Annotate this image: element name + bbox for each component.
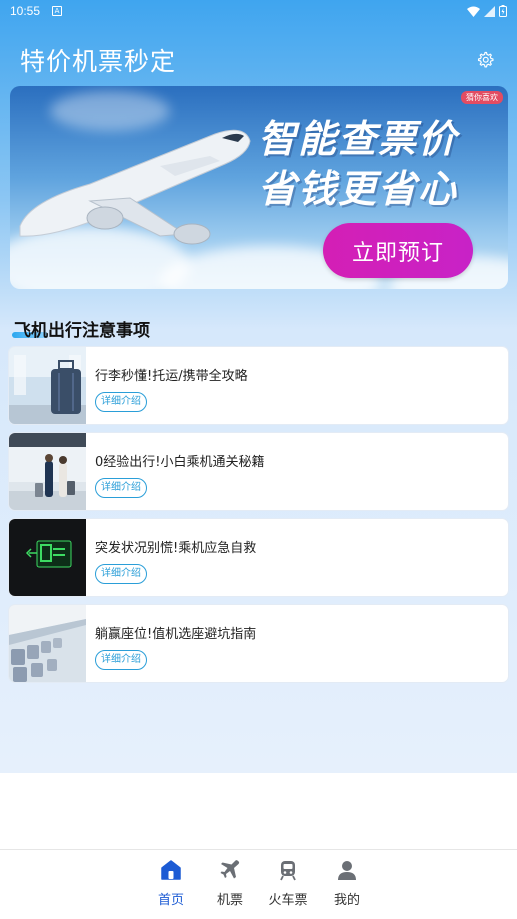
cabin-seats-thumbnail <box>9 605 86 682</box>
details-button[interactable]: 详细介绍 <box>95 650 147 670</box>
tab-flights[interactable]: 机票 <box>205 858 255 914</box>
emergency-exit-thumbnail <box>9 519 86 596</box>
details-button[interactable]: 详细介绍 <box>95 564 147 584</box>
promo-banner[interactable]: 猜你喜欢 智能查票价 省钱更省心 立即预订 <box>10 86 508 289</box>
airplane-illustration <box>19 129 251 245</box>
settings-button[interactable] <box>473 48 497 72</box>
bottom-tab-bar: 首页 机票 火车票 我的 <box>0 849 517 919</box>
status-icons <box>467 5 507 17</box>
airport-thumbnail <box>9 433 86 510</box>
notification-icon: A <box>52 6 63 16</box>
user-icon <box>335 858 359 882</box>
battery-icon <box>499 5 507 17</box>
signal-icon <box>484 5 495 17</box>
article-card[interactable]: 0经验出行!小白乘机通关秘籍 详细介绍 <box>9 433 508 510</box>
article-title: 躺赢座位!值机选座避坑指南 <box>95 627 257 642</box>
details-button[interactable]: 详细介绍 <box>95 478 147 498</box>
section-title: 飞机出行注意事项 <box>14 321 150 341</box>
status-time: 10:55 <box>10 4 41 18</box>
recommend-tag: 猜你喜欢 <box>461 91 503 104</box>
tab-label: 机票 <box>216 893 243 908</box>
tab-label: 火车票 <box>268 893 308 908</box>
app-header: 特价机票秒定 <box>0 38 517 82</box>
wifi-icon <box>467 6 480 17</box>
article-card[interactable]: 躺赢座位!值机选座避坑指南 详细介绍 <box>9 605 508 682</box>
airplane-icon <box>218 858 242 882</box>
tab-label: 我的 <box>333 893 360 908</box>
details-button[interactable]: 详细介绍 <box>95 392 147 412</box>
gear-icon <box>477 51 494 68</box>
banner-headline: 智能查票价 省钱更省心 <box>258 114 508 214</box>
article-card[interactable]: 突发状况别慌!乘机应急自救 详细介绍 <box>9 519 508 596</box>
headline-line-1: 智能查票价 <box>258 117 459 161</box>
tab-home[interactable]: 首页 <box>146 858 196 914</box>
tab-profile[interactable]: 我的 <box>322 858 372 914</box>
page-title: 特价机票秒定 <box>20 47 177 76</box>
article-title: 0经验出行!小白乘机通关秘籍 <box>95 455 265 470</box>
home-icon <box>159 858 183 882</box>
train-icon <box>276 858 300 882</box>
article-title: 行李秒懂!托运/携带全攻略 <box>95 369 248 384</box>
article-card[interactable]: 行李秒懂!托运/携带全攻略 详细介绍 <box>9 347 508 424</box>
luggage-thumbnail <box>9 347 86 424</box>
headline-line-2: 省钱更省心 <box>258 167 459 211</box>
article-title: 突发状况别慌!乘机应急自救 <box>95 541 257 556</box>
tab-label: 首页 <box>157 893 184 908</box>
status-bar: 10:55 A <box>0 0 517 22</box>
tab-train-tickets[interactable]: 火车票 <box>263 858 313 914</box>
book-now-button[interactable]: 立即预订 <box>323 223 473 278</box>
